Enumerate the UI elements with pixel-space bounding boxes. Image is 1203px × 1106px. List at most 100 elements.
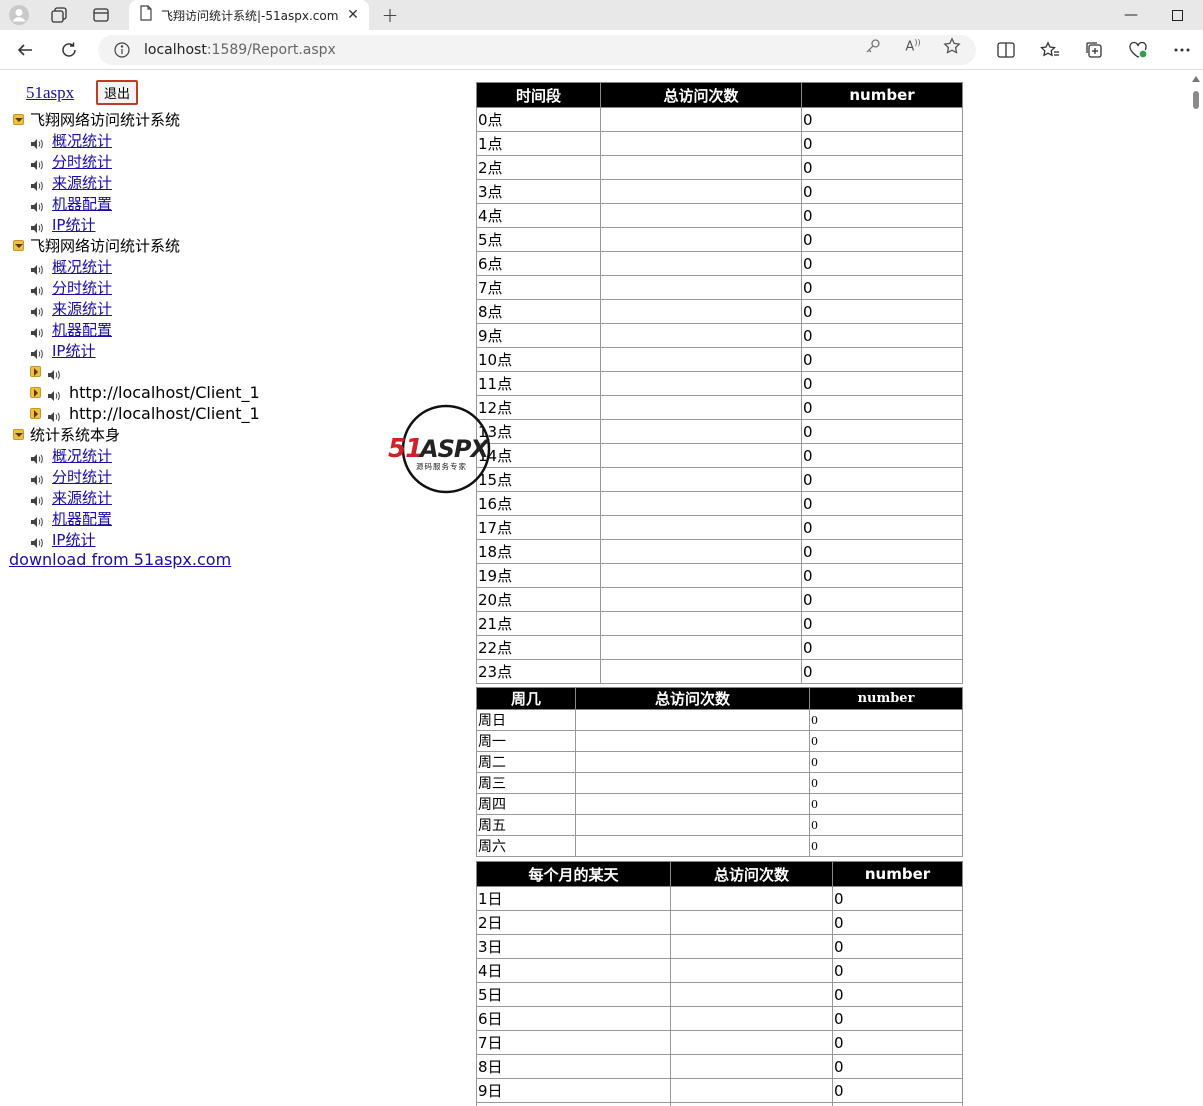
collapse-toggle-icon[interactable]	[30, 366, 41, 377]
favorite-star-icon[interactable]	[943, 37, 961, 55]
tree-leaf-link[interactable]: 分时统计	[52, 277, 112, 298]
row-label-cell: 6点	[476, 251, 601, 276]
row-label-cell: 9点	[476, 323, 601, 348]
column-header: number	[809, 687, 963, 710]
download-link[interactable]: download from 51aspx.com	[9, 550, 231, 569]
minimize-icon[interactable]: —	[1108, 0, 1154, 30]
table-row: 1点 0	[476, 131, 963, 156]
total-visits-cell	[600, 299, 802, 324]
vertical-scrollbar[interactable]	[1189, 71, 1203, 1106]
number-cell: 0	[832, 1054, 963, 1079]
tree-group-node[interactable]: 飞翔网络访问统计系统	[13, 235, 180, 256]
expand-toggle-icon[interactable]	[13, 114, 24, 125]
table-row: 11点 0	[476, 371, 963, 396]
tree-leaf-link[interactable]: IP统计	[52, 214, 95, 235]
tree-subsite-node[interactable]: http://localhost/Client_1	[30, 403, 260, 424]
split-screen-icon[interactable]	[994, 38, 1018, 62]
table-row: 周六 0	[476, 835, 963, 857]
total-visits-cell	[670, 1054, 833, 1079]
row-label-cell: 10点	[476, 347, 601, 372]
favorites-icon[interactable]	[1038, 38, 1062, 62]
row-label-cell: 11点	[476, 371, 601, 396]
scroll-thumb[interactable]	[1193, 91, 1199, 109]
browser-essentials-icon[interactable]	[1126, 38, 1150, 62]
refresh-icon[interactable]	[54, 36, 84, 64]
tree-subsite-node[interactable]: http://localhost/Client_1	[30, 382, 260, 403]
tree-leaf-node: 机器配置	[30, 319, 112, 340]
tree-subsite-node[interactable]	[30, 361, 69, 382]
expand-toggle-icon[interactable]	[13, 429, 24, 440]
total-visits-cell	[575, 730, 810, 752]
home-link[interactable]: 51aspx	[26, 83, 74, 103]
logout-button[interactable]: 退出	[96, 80, 138, 105]
back-icon[interactable]	[10, 36, 40, 64]
tree-leaf-link[interactable]: 分时统计	[52, 466, 112, 487]
number-cell: 0	[809, 835, 963, 857]
table-row: 16点 0	[476, 491, 963, 516]
collapse-toggle-icon[interactable]	[30, 387, 41, 398]
tree-leaf-link[interactable]: 概况统计	[52, 256, 112, 277]
table-row: 周五 0	[476, 814, 963, 836]
workspaces-icon[interactable]	[45, 3, 73, 27]
tab-actions-icon[interactable]	[87, 3, 115, 27]
total-visits-cell	[600, 443, 802, 468]
number-cell: 0	[801, 419, 963, 444]
table-row: 周二 0	[476, 751, 963, 773]
tree-leaf-link[interactable]: 分时统计	[52, 151, 112, 172]
tree-leaf-link[interactable]: IP统计	[52, 529, 95, 550]
row-label-cell: 周二	[476, 751, 576, 773]
table-row: 5日 0	[476, 982, 963, 1007]
speaker-icon	[30, 261, 44, 275]
number-cell: 0	[801, 659, 963, 684]
tree-leaf-link[interactable]: 来源统计	[52, 487, 112, 508]
tree-leaf-link[interactable]: IP统计	[52, 340, 95, 361]
total-visits-cell	[670, 910, 833, 935]
column-header: 时间段	[476, 82, 601, 108]
number-cell: 0	[801, 155, 963, 180]
number-cell: 0	[801, 323, 963, 348]
row-label-cell: 16点	[476, 491, 601, 516]
expand-toggle-icon[interactable]	[13, 240, 24, 251]
total-visits-cell	[600, 635, 802, 660]
collections-icon[interactable]	[1082, 38, 1106, 62]
read-aloud-icon[interactable]: A))	[904, 37, 922, 55]
maximize-icon[interactable]	[1154, 0, 1200, 30]
password-key-icon[interactable]	[864, 37, 882, 55]
total-visits-cell	[600, 395, 802, 420]
number-cell: 0	[809, 730, 963, 752]
tree-group-node[interactable]: 飞翔网络访问统计系统	[13, 109, 180, 130]
total-visits-cell	[575, 814, 810, 836]
table-row: 7日 0	[476, 1030, 963, 1055]
url-field[interactable]: localhost:1589/Report.aspx	[98, 35, 976, 65]
profile-icon[interactable]	[5, 3, 33, 27]
tree-leaf-node: 概况统计	[30, 130, 112, 151]
tree-leaf-link[interactable]: 概况统计	[52, 130, 112, 151]
row-label-cell: 1点	[476, 131, 601, 156]
total-visits-cell	[575, 835, 810, 857]
table-row: 周四 0	[476, 793, 963, 815]
tree-leaf-link[interactable]: 机器配置	[52, 319, 112, 340]
tree-leaf-link[interactable]: 机器配置	[52, 508, 112, 529]
site-info-icon[interactable]	[112, 40, 132, 60]
total-visits-cell	[575, 709, 810, 731]
tree-group-node[interactable]: 统计系统本身	[13, 424, 120, 445]
tree-leaf-link[interactable]: 来源统计	[52, 298, 112, 319]
tree-leaf-link[interactable]: 来源统计	[52, 172, 112, 193]
speaker-icon	[30, 135, 44, 149]
speaker-icon	[47, 387, 61, 401]
tree-leaf-link[interactable]: 概况统计	[52, 445, 112, 466]
speaker-icon	[30, 450, 44, 464]
row-label-cell: 周一	[476, 730, 576, 752]
table-row: 6点 0	[476, 251, 963, 276]
table-row: 3日 0	[476, 934, 963, 959]
new-tab-icon[interactable]: +	[376, 3, 404, 27]
more-menu-icon[interactable]	[1170, 38, 1194, 62]
total-visits-cell	[575, 751, 810, 773]
tree-leaf-link[interactable]: 机器配置	[52, 193, 112, 214]
tree-leaf-node: IP统计	[30, 214, 95, 235]
row-label-cell: 1日	[476, 886, 671, 911]
tab-report[interactable]: 飞翔访问统计系统|-51aspx.com ✕	[129, 0, 369, 30]
collapse-toggle-icon[interactable]	[30, 408, 41, 419]
scroll-up-arrow-icon[interactable]	[1192, 76, 1200, 82]
close-tab-icon[interactable]: ✕	[345, 7, 361, 23]
